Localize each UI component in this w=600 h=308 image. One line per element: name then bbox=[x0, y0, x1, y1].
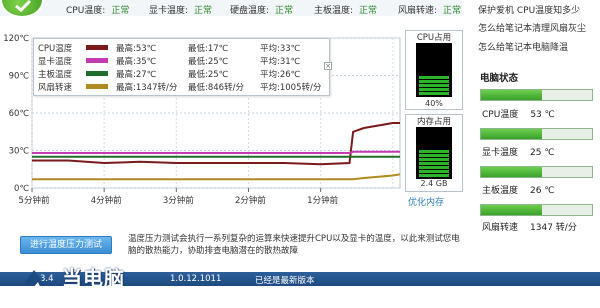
board-temp-gauge-label: 主板温度 26 ℃ bbox=[482, 186, 555, 196]
stress-test-button[interactable]: 进行温度压力测试 bbox=[20, 236, 112, 254]
gpu-temp-gauge-fill bbox=[481, 129, 543, 139]
legend-row-fan: 风扇转速 最高:1347转/分 最低:846转/分 平均:1005转/分 bbox=[38, 83, 322, 93]
cpu-meter-display bbox=[416, 43, 452, 97]
status-ok-logo bbox=[0, 0, 44, 18]
y-tick-label: 90℃ bbox=[9, 72, 30, 82]
legend-swatch-gpu bbox=[86, 58, 108, 63]
legend-swatch-board bbox=[86, 71, 108, 76]
y-tick-label: 120℃ bbox=[3, 34, 29, 44]
memory-usage-meter: 内存占用 2.4 GB bbox=[405, 114, 463, 192]
x-tick-label: 1分钟前 bbox=[307, 195, 338, 206]
meter-bar bbox=[419, 92, 449, 95]
meter-bar bbox=[419, 158, 449, 161]
meter-bar bbox=[419, 150, 449, 153]
right-panel: 保护爱机 CPU温度知多少 怎么给笔记本清理风扇灰尘 怎么给笔记本电脑降温 电脑… bbox=[470, 0, 600, 308]
memory-meter-display bbox=[416, 127, 452, 179]
fan-speed-status: 风扇转速: 正常 bbox=[398, 6, 462, 16]
gpu-temp-gauge bbox=[480, 128, 593, 140]
fan-speed-gauge-fill bbox=[481, 205, 543, 215]
cpu-temp-gauge bbox=[480, 89, 593, 101]
memory-meter-value: 2.4 GB bbox=[420, 179, 448, 188]
y-tick-label: 30℃ bbox=[9, 147, 30, 157]
fan-speed-gauge-label: 风扇转速 1347 转/分 bbox=[482, 223, 577, 233]
cpu-meter-title: CPU占用 bbox=[416, 33, 452, 43]
x-tick-label: 5分钟前 bbox=[19, 195, 50, 206]
meter-bar bbox=[419, 166, 449, 169]
x-tick-label: 2分钟前 bbox=[235, 195, 266, 206]
optimize-memory-link[interactable]: 优化内存 bbox=[408, 195, 444, 208]
cpu-temp-gauge-fill bbox=[481, 90, 543, 100]
memory-meter-bars bbox=[419, 149, 449, 177]
fan-speed-gauge bbox=[480, 204, 593, 216]
x-tick-label: 4分钟前 bbox=[91, 195, 122, 206]
y-tick-label: 0℃ bbox=[14, 184, 29, 194]
meter-bar bbox=[419, 80, 449, 83]
meter-bar bbox=[419, 76, 449, 79]
chart-legend: CPU温度 最高:53℃ 最低:17℃ 平均:33℃ 显卡温度 最高:35℃ 最… bbox=[33, 38, 330, 96]
meter-bar bbox=[419, 88, 449, 91]
memory-meter-title: 内存占用 bbox=[416, 117, 451, 127]
pc-status-title: 电脑状态 bbox=[480, 73, 519, 84]
article-link-clean-fan[interactable]: 怎么给笔记本清理风扇灰尘 bbox=[478, 21, 586, 34]
gpu-temp-status: 显卡温度: 正常 bbox=[149, 6, 213, 16]
meter-bar bbox=[419, 84, 449, 87]
cpu-meter-value: 40% bbox=[425, 99, 443, 108]
cpu-temp-status: CPU温度: 正常 bbox=[66, 6, 130, 16]
board-temp-status: 主板温度: 正常 bbox=[314, 6, 378, 16]
legend-swatch-fan bbox=[86, 84, 108, 89]
legend-swatch-cpu bbox=[86, 45, 108, 50]
legend-row-board: 主板温度 最高:27℃ 最低:25℃ 平均:26℃ bbox=[38, 70, 301, 80]
stress-test-description: 温度压力测试会执行一系列复杂的运算来快速提升CPU以及显卡的温度，以此来测试您电… bbox=[128, 234, 460, 256]
board-temp-gauge bbox=[480, 166, 593, 178]
legend-row-gpu: 显卡温度 最高:35℃ 最低:25℃ 平均:31℃ bbox=[38, 57, 301, 67]
legend-close-button[interactable]: × bbox=[324, 62, 332, 70]
status-bar: CPU温度: 正常 显卡温度: 正常 硬盘温度: 正常 主板温度: 正常 风扇转速: 正常 bbox=[0, 0, 462, 18]
disk-temp-status: 硬盘温度: 正常 bbox=[230, 6, 294, 16]
meter-bar bbox=[419, 170, 449, 173]
footer-version: 1.0.12.1011 bbox=[170, 274, 222, 284]
y-tick-label: 60℃ bbox=[9, 109, 30, 119]
footer-update-status: 已经是最新版本 bbox=[255, 276, 315, 286]
meter-bar bbox=[419, 174, 449, 177]
x-tick-label: 3分钟前 bbox=[163, 195, 194, 206]
bottom-spacer bbox=[0, 286, 600, 308]
gpu-temp-gauge-label: 显卡温度 25 ℃ bbox=[482, 148, 555, 158]
cpu-usage-meter: CPU占用 40% bbox=[405, 30, 463, 110]
legend-row-cpu: CPU温度 最高:53℃ 最低:17℃ 平均:33℃ bbox=[38, 44, 301, 54]
cpu-meter-bars bbox=[419, 75, 449, 95]
meter-bar bbox=[419, 154, 449, 157]
meter-bar bbox=[419, 162, 449, 165]
article-link-cool-laptop[interactable]: 怎么给笔记本电脑降温 bbox=[478, 40, 568, 53]
article-link-cpu-temp[interactable]: 保护爱机 CPU温度知多少 bbox=[478, 3, 580, 16]
cpu-temp-gauge-label: CPU温度 53 ℃ bbox=[482, 110, 555, 120]
board-temp-gauge-fill bbox=[481, 167, 543, 177]
